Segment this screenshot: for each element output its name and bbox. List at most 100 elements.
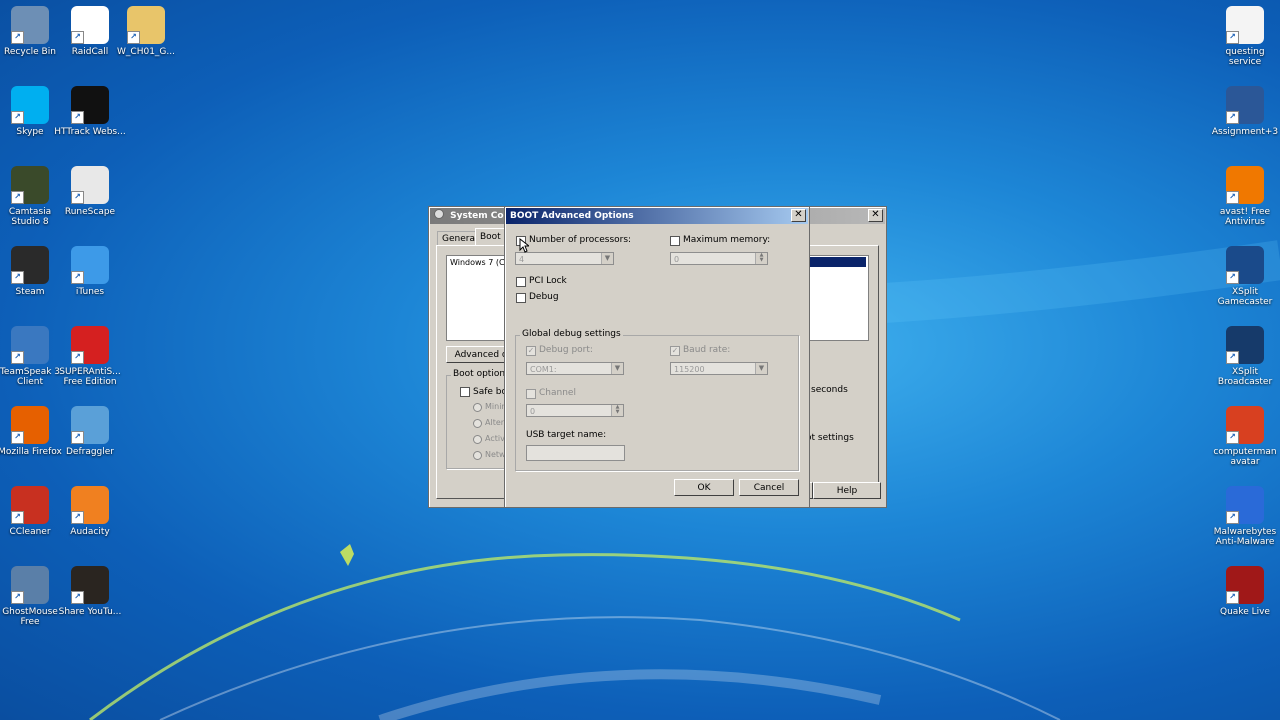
desktop-icon[interactable]: ↗ Audacity xyxy=(54,486,126,562)
raidcall-icon: ↗ xyxy=(71,6,109,44)
dialog-close-button[interactable]: ✕ xyxy=(791,209,806,222)
cancel-button[interactable]: Cancel xyxy=(739,479,799,496)
shortcut-arrow-icon: ↗ xyxy=(71,191,84,204)
chevron-down-icon[interactable]: ▼ xyxy=(601,253,613,264)
shortcut-arrow-icon: ↗ xyxy=(11,271,24,284)
audacity-icon: ↗ xyxy=(71,486,109,524)
shortcut-arrow-icon: ↗ xyxy=(11,431,24,444)
radio-minimal[interactable] xyxy=(473,403,482,412)
mouse-cursor-icon xyxy=(519,238,529,253)
gear-icon xyxy=(434,209,444,219)
shortcut-arrow-icon: ↗ xyxy=(11,351,24,364)
folder-icon: ↗ xyxy=(127,6,165,44)
dialog-title: BOOT Advanced Options xyxy=(510,211,634,221)
desktop-icon-label: XSplit Gamecaster xyxy=(1217,287,1273,307)
pci-lock-checkbox[interactable] xyxy=(516,277,526,287)
camtasia-icon: ↗ xyxy=(11,166,49,204)
desktop-icon[interactable]: ↗ avast! Free Antivirus xyxy=(1209,166,1280,242)
desktop-icon[interactable]: ↗ W_CH01_G... xyxy=(110,6,182,82)
ok-label: OK xyxy=(697,483,711,493)
cancel-label: Cancel xyxy=(753,483,785,493)
desktop-icon-label: Defraggler xyxy=(65,447,114,457)
skype-icon: ↗ xyxy=(11,86,49,124)
spinner-arrows-icon[interactable]: ▲ ▼ xyxy=(611,405,623,416)
shortcut-arrow-icon: ↗ xyxy=(1226,351,1239,364)
quake-icon: ↗ xyxy=(1226,566,1264,604)
shortcut-arrow-icon: ↗ xyxy=(11,591,24,604)
chevron-down-icon[interactable]: ▼ xyxy=(755,363,767,374)
ghostmouse-icon: ↗ xyxy=(11,566,49,604)
desktop-icon[interactable]: ↗ Defraggler xyxy=(54,406,126,482)
radio-active-directory[interactable] xyxy=(473,435,482,444)
teamspeak-icon: ↗ xyxy=(11,326,49,364)
channel-label: Channel xyxy=(539,388,576,398)
xsplit-gamecaster-icon: ↗ xyxy=(1226,246,1264,284)
shortcut-arrow-icon: ↗ xyxy=(71,431,84,444)
desktop-icon[interactable]: ↗ Assignment+3 xyxy=(1209,86,1280,162)
advanced-options-label: Advanced o xyxy=(454,350,508,360)
desktop-icon-label: Mozilla Firefox xyxy=(0,447,62,457)
desktop-icon-label: Assignment+3 xyxy=(1211,127,1279,137)
desktop-icon-label: Audacity xyxy=(70,527,110,537)
desktop-icon[interactable]: ↗ SUPERAntiS... Free Edition xyxy=(54,326,126,402)
desktop-icon-label: RaidCall xyxy=(71,47,109,57)
desktop-icon[interactable]: ↗ XSplit Gamecaster xyxy=(1209,246,1280,322)
maximum-memory-spinner[interactable]: 0 ▲ ▼ xyxy=(670,252,768,265)
runescape-icon: ↗ xyxy=(71,166,109,204)
spinner-arrows-icon[interactable]: ▲ ▼ xyxy=(755,253,767,264)
debug-checkbox[interactable] xyxy=(516,293,526,303)
usb-target-name-input[interactable] xyxy=(526,445,625,461)
shortcut-arrow-icon: ↗ xyxy=(1226,191,1239,204)
system-configuration-close-button[interactable]: ✕ xyxy=(868,209,883,222)
desktop-icon-label: avast! Free Antivirus xyxy=(1219,207,1271,227)
desktop-icon-label: CCleaner xyxy=(9,527,51,537)
shortcut-arrow-icon: ↗ xyxy=(11,511,24,524)
global-debug-settings-title: Global debug settings xyxy=(520,329,623,339)
firefox-icon: ↗ xyxy=(11,406,49,444)
baud-rate-combo[interactable]: 115200 ▼ xyxy=(670,362,768,375)
maximum-memory-checkbox[interactable] xyxy=(670,236,680,246)
defraggler-icon: ↗ xyxy=(71,406,109,444)
desktop-icon-label: Skype xyxy=(16,127,44,137)
debug-port-label: Debug port: xyxy=(539,345,593,355)
desktop-icon[interactable]: ↗ Share YouTu... xyxy=(54,566,126,642)
os-list-selection xyxy=(809,257,866,267)
steam-icon: ↗ xyxy=(11,246,49,284)
radio-active-directory-label: Activ xyxy=(485,434,505,443)
debug-port-checkbox[interactable]: ✓ xyxy=(526,346,536,356)
chevron-down-icon[interactable]: ▼ xyxy=(611,363,623,374)
malwarebytes-icon: ↗ xyxy=(1226,486,1264,524)
desktop-icon-label: iTunes xyxy=(75,287,105,297)
channel-checkbox[interactable] xyxy=(526,389,536,399)
desktop-icon[interactable]: ↗ RuneScape xyxy=(54,166,126,242)
radio-network[interactable] xyxy=(473,451,482,460)
shortcut-arrow-icon: ↗ xyxy=(1226,511,1239,524)
boot-advanced-options-dialog: BOOT Advanced Options ✕ Number of proces… xyxy=(504,206,810,508)
superantispyware-icon: ↗ xyxy=(71,326,109,364)
safe-boot-checkbox[interactable] xyxy=(460,387,470,397)
debug-port-combo[interactable]: COM1: ▼ xyxy=(526,362,624,375)
desktop-icon-label: Share YouTu... xyxy=(58,607,122,617)
baud-rate-label: Baud rate: xyxy=(683,345,731,355)
processors-combo[interactable]: 4 ▼ xyxy=(515,252,614,265)
desktop-icon[interactable]: ↗ Malwarebytes Anti-Malware xyxy=(1209,486,1280,562)
help-button[interactable]: Help xyxy=(813,482,881,499)
channel-spinner[interactable]: 0 ▲ ▼ xyxy=(526,404,624,417)
desktop-icon[interactable]: ↗ computerman avatar xyxy=(1209,406,1280,482)
desktop-icon[interactable]: ↗ Quake Live xyxy=(1209,566,1280,642)
debug-label: Debug xyxy=(529,292,559,302)
processors-value: 4 xyxy=(519,255,525,264)
desktop-icon[interactable]: ↗ iTunes xyxy=(54,246,126,322)
desktop-icon-label: questing service xyxy=(1225,47,1265,67)
tab-boot[interactable]: Boot xyxy=(475,228,506,246)
boot-advanced-options-titlebar[interactable]: BOOT Advanced Options xyxy=(506,208,808,224)
desktop-icon[interactable]: ↗ XSplit Broadcaster xyxy=(1209,326,1280,402)
radio-alternate[interactable] xyxy=(473,419,482,428)
os-entry-label: Windows 7 (C xyxy=(450,258,505,267)
baud-rate-checkbox[interactable]: ✓ xyxy=(670,346,680,356)
xsplit-broadcaster-icon: ↗ xyxy=(1226,326,1264,364)
desktop-icon-label: XSplit Broadcaster xyxy=(1217,367,1273,387)
desktop-icon[interactable]: ↗ HTTrack Webs... xyxy=(54,86,126,162)
ok-button[interactable]: OK xyxy=(674,479,734,496)
desktop-icon[interactable]: ↗ questing service xyxy=(1209,6,1280,82)
